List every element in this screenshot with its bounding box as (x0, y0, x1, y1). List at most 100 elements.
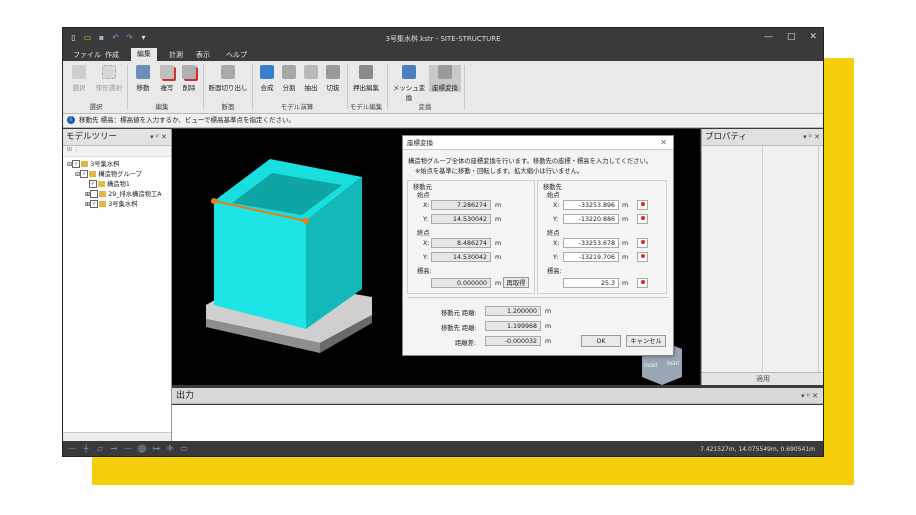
plane-snap-icon[interactable]: ▱ (95, 444, 105, 453)
move-snap-icon[interactable]: ⊶ (151, 444, 161, 453)
info-icon: i (67, 116, 75, 124)
section-cut-button[interactable]: 断面切り出し (208, 65, 248, 92)
destination-end-y[interactable]: -13219.706 (563, 252, 619, 262)
ribbon-separator (203, 65, 204, 109)
destination-elevation[interactable]: 25.3 (563, 278, 619, 288)
horizontal-scrollbar[interactable] (63, 432, 171, 441)
unit-label: m (622, 216, 629, 223)
tree-item[interactable]: ⊞ ✓ 3号集水桝 (85, 200, 137, 209)
extrude-edit-button[interactable]: 押出編集 (350, 65, 382, 92)
tree-toolbar: ⊞ ⋮ (63, 146, 171, 157)
info-message: 移動先 標高：標高値を入力するか、ビューで標高基準点を指定ください。 (79, 116, 296, 124)
tree-item[interactable]: ⊟ ✓ 3号集水桝 (67, 160, 119, 169)
cancel-button[interactable]: キャンセル (626, 335, 666, 347)
menu-bar: ファイル 作成 編集 計測 表示 ヘルプ (63, 48, 823, 61)
apply-button[interactable]: 適用 (702, 372, 823, 385)
split-button[interactable]: 分割 (277, 65, 301, 92)
distance-diff-label: 距離差: (455, 340, 477, 347)
combine-button[interactable]: 合成 (255, 65, 279, 92)
pick-point-icon[interactable] (637, 238, 648, 248)
pick-point-icon[interactable] (637, 214, 648, 224)
source-start-y: 14.530042 (431, 214, 491, 224)
pick-point-icon[interactable] (637, 252, 648, 262)
checkbox[interactable]: ✓ (89, 180, 97, 188)
property-panel: プロパティ ▾ ᵖ ✕ 適用 (701, 129, 823, 385)
destination-start-x[interactable]: -33253.896 (563, 200, 619, 210)
checkbox[interactable]: ✓ (72, 160, 81, 168)
menu-measure[interactable]: 計測 (169, 50, 183, 60)
menu-file[interactable]: ファイル (73, 50, 101, 60)
info-bar: i 移動先 標高：標高値を入力するか、ビューで標高基準点を指定ください。 (63, 114, 823, 128)
y-label: Y: (553, 254, 559, 261)
source-end-y: 14.530042 (431, 252, 491, 262)
unit-label: m (545, 308, 552, 315)
viewcube-front-label: FRONT (644, 363, 658, 368)
tree-item[interactable]: ⊟ ✓ 構造物グループ (75, 170, 142, 179)
delete-button[interactable]: 削除 (177, 65, 201, 92)
ok-button[interactable]: OK (581, 335, 621, 347)
menu-create[interactable]: 作成 (105, 50, 119, 60)
checkbox[interactable]: ✓ (90, 200, 99, 208)
dialog-close-icon[interactable]: ✕ (660, 136, 667, 150)
window-title: 3号集水桝.kstr - SITE-STRUCTURE (385, 35, 501, 43)
destination-end-x[interactable]: -33253.678 (563, 238, 619, 248)
move-button[interactable]: 移動 (131, 65, 155, 92)
target-snap-icon[interactable]: ✛ (165, 444, 175, 453)
folder-icon (99, 191, 107, 197)
app-window: ▯ ▭ ▪ ↶ ↷ ▾ 3号集水桝.kstr - SITE-STRUCTURE … (62, 27, 824, 457)
circle-snap-icon[interactable]: ◎ (137, 444, 147, 453)
coord-convert-button[interactable]: 座標変換 (429, 65, 461, 92)
unit-label: m (495, 202, 502, 209)
folder-icon (89, 171, 97, 177)
reget-button[interactable]: 再取得 (503, 277, 529, 288)
pick-elevation-icon[interactable] (637, 278, 648, 288)
mesh-convert-button[interactable]: メッシュ変換 (390, 65, 428, 102)
line-snap-icon[interactable]: — (67, 444, 77, 453)
panel-pin-close-icon[interactable]: ▾ ᵖ ✕ (803, 129, 820, 145)
folder-icon (99, 201, 107, 207)
menu-edit[interactable]: 編集 (131, 48, 157, 61)
destination-start-y[interactable]: -13220.886 (563, 214, 619, 224)
property-header: プロパティ ▾ ᵖ ✕ (702, 129, 823, 146)
menu-view[interactable]: 表示 (196, 50, 210, 60)
tree-item[interactable]: ✓ 構造物1 (89, 180, 130, 189)
copy-button[interactable]: 複写 (155, 65, 179, 92)
select-button[interactable]: 選択 (67, 65, 91, 92)
x-label: X: (423, 240, 430, 247)
ribbon-separator (252, 65, 253, 109)
cursor-icon (72, 65, 86, 79)
unit-label: m (495, 240, 502, 247)
tree-item[interactable]: ⊞ 29_排水構造物工A (85, 190, 162, 199)
edge-snap-icon[interactable]: — (123, 444, 133, 453)
maximize-button[interactable]: □ (787, 32, 796, 42)
grid-snap-icon[interactable]: ▭ (179, 444, 189, 453)
pick-point-icon[interactable] (637, 200, 648, 210)
extract-icon (304, 65, 318, 79)
menu-help[interactable]: ヘルプ (226, 50, 247, 60)
checkbox[interactable]: ✓ (80, 170, 89, 178)
checkbox[interactable] (90, 190, 99, 198)
rect-select-button[interactable]: 矩形選択 (93, 65, 125, 92)
output-body (172, 405, 823, 441)
minimize-button[interactable]: — (764, 32, 773, 42)
mesh-icon (402, 65, 416, 79)
viewcube-right-label: RIGHT (667, 361, 680, 366)
unit-label: m (495, 216, 502, 223)
unit-label: m (622, 280, 629, 287)
source-elevation: 0.000000 (431, 278, 491, 288)
point-snap-icon[interactable]: ⊸ (109, 444, 119, 453)
close-button[interactable]: ✕ (809, 32, 817, 42)
cut-button[interactable]: 切抜 (321, 65, 345, 92)
unit-label: m (622, 254, 629, 261)
distance-diff: -0.000032 (485, 336, 541, 346)
ribbon-separator (464, 65, 465, 109)
panel-pin-close-icon[interactable]: ▾ ᵖ ✕ (150, 129, 167, 145)
destination-end-label: 終点 (547, 230, 560, 237)
extract-button[interactable]: 抽出 (299, 65, 323, 92)
source-start-label: 始点 (417, 192, 430, 199)
source-end-x: 8.486274 (431, 238, 491, 248)
panel-pin-close-icon[interactable]: ▾ ᵖ ✕ (801, 388, 818, 404)
unit-label: m (545, 338, 552, 345)
ribbon-separator (127, 65, 128, 109)
cross-snap-icon[interactable]: ┼ (81, 444, 91, 453)
